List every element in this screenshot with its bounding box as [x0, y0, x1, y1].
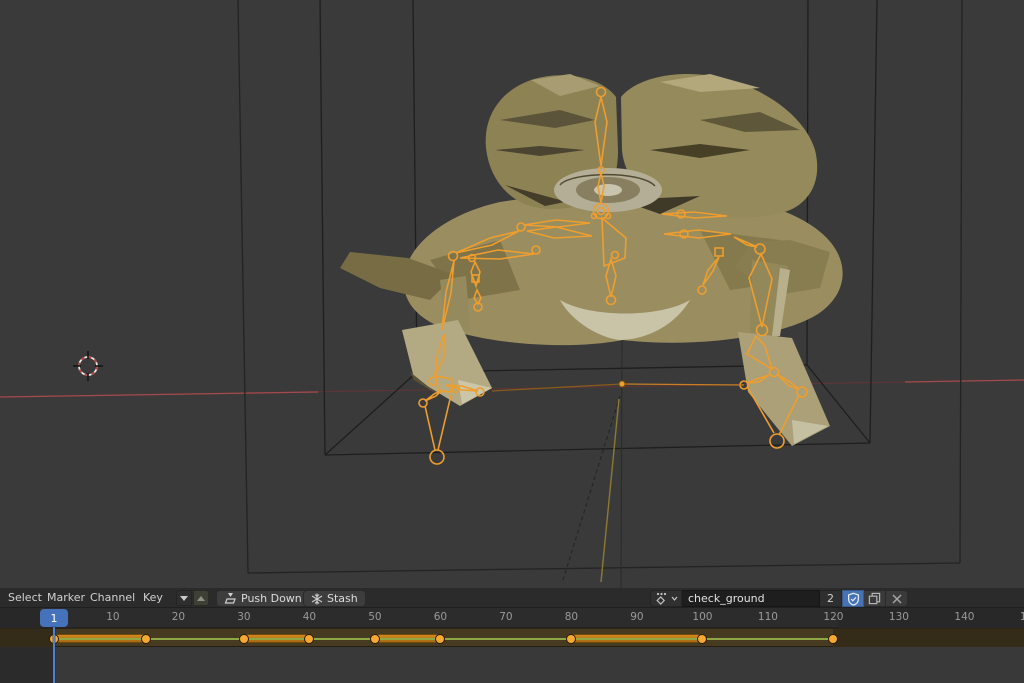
playhead-line[interactable]	[53, 627, 55, 683]
copy-icon	[868, 592, 881, 605]
action-datablock-cluster: 2	[650, 590, 908, 607]
viewport-3d[interactable]	[0, 0, 1024, 588]
frame-ruler[interactable]: 10 20 30 40 50 60 70 80 90 100 110 120 130 140 150	[0, 608, 1024, 628]
menu-channel[interactable]: Channel	[84, 588, 141, 608]
band-out-of-range-right	[833, 629, 1024, 648]
fake-user-button[interactable]	[842, 590, 864, 607]
body-out-of-range-left	[0, 647, 54, 683]
tick-label: 110	[758, 611, 778, 623]
tick-label: 70	[499, 611, 512, 623]
tick-label: 50	[368, 611, 381, 623]
tick-label: 130	[889, 611, 909, 623]
action-channel-band[interactable]	[0, 628, 1024, 647]
keyframe[interactable]	[828, 634, 838, 644]
keyframe[interactable]	[697, 634, 707, 644]
keyframe[interactable]	[566, 634, 576, 644]
dopesheet-header: Select Marker Channel Key Push Down Stas…	[0, 588, 1024, 608]
chevron-down-icon	[671, 596, 678, 601]
ruler-out-of-range-right	[838, 608, 1024, 628]
tick-label: 40	[303, 611, 316, 623]
tick-label: 20	[172, 611, 185, 623]
snowflake-icon	[311, 593, 323, 605]
stash-label: Stash	[327, 592, 358, 605]
shield-check-icon	[847, 592, 860, 606]
current-frame-indicator[interactable]: 1	[40, 609, 68, 627]
stash-button[interactable]: Stash	[303, 590, 366, 607]
tick-label: 60	[434, 611, 447, 623]
band-out-of-range-left	[0, 629, 54, 648]
move-up-button[interactable]	[193, 590, 209, 606]
keyframe[interactable]	[370, 634, 380, 644]
close-icon	[892, 594, 902, 604]
menu-key[interactable]: Key	[137, 588, 169, 608]
timeline-body[interactable]	[0, 647, 1024, 683]
ruler-out-of-range-left	[0, 608, 40, 628]
tick-label: 100	[692, 611, 712, 623]
action-name-field[interactable]	[682, 590, 820, 607]
duplicate-button[interactable]	[864, 590, 886, 607]
unlink-button[interactable]	[886, 590, 908, 607]
keyframe[interactable]	[304, 634, 314, 644]
push-down-label: Push Down	[241, 592, 302, 605]
tick-label: 90	[630, 611, 643, 623]
timeline-region: 10 20 30 40 50 60 70 80 90 100 110 120 130 140 150 1	[0, 608, 1024, 683]
blender-animation-workspace: Select Marker Channel Key Push Down Stas…	[0, 0, 1024, 683]
keyframe[interactable]	[239, 634, 249, 644]
push-down-icon	[224, 592, 237, 605]
triangle-down-icon	[180, 596, 188, 601]
action-users-count[interactable]: 2	[820, 590, 842, 607]
tick-label: 120	[823, 611, 843, 623]
tick-label: 10	[106, 611, 119, 623]
keyframe[interactable]	[141, 634, 151, 644]
tick-label: 80	[565, 611, 578, 623]
keyframe[interactable]	[435, 634, 445, 644]
push-down-button[interactable]: Push Down	[216, 590, 310, 607]
move-down-button[interactable]	[176, 590, 192, 606]
action-icon	[655, 592, 670, 605]
triangle-up-icon	[197, 596, 205, 601]
tick-label: 140	[954, 611, 974, 623]
viewport-scene	[0, 0, 1024, 588]
tick-label: 30	[237, 611, 250, 623]
tick-label: 150	[1020, 611, 1024, 623]
action-browse-button[interactable]	[650, 590, 682, 607]
